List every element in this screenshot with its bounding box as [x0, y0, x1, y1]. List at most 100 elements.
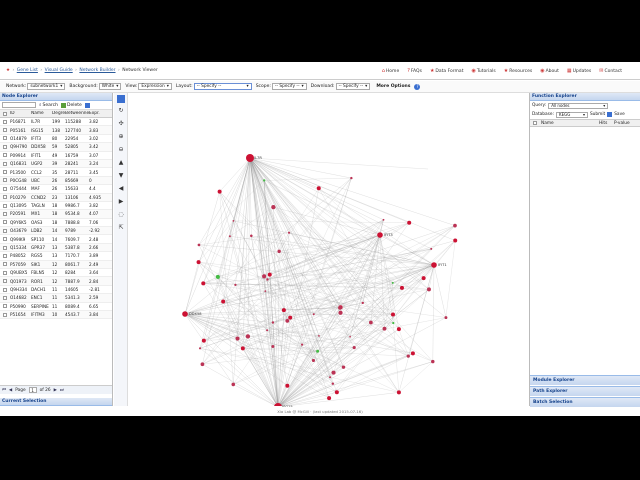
row-checkbox[interactable]: [2, 312, 7, 317]
lasso-icon[interactable]: ◌: [117, 211, 125, 219]
nav-home[interactable]: ⌂ Home: [382, 68, 399, 74]
network-node[interactable]: [392, 321, 395, 325]
row-checkbox[interactable]: [2, 253, 7, 258]
search-button[interactable]: ⌕ Search: [39, 102, 58, 109]
column-p-value[interactable]: P-value: [614, 121, 634, 126]
network-node[interactable]: [262, 274, 267, 279]
row-checkbox[interactable]: [2, 279, 7, 284]
delete-button[interactable]: Delete: [61, 102, 82, 108]
first-page-icon[interactable]: ⏮: [2, 388, 6, 393]
network-node[interactable]: [277, 249, 281, 254]
row-checkbox[interactable]: [2, 170, 7, 175]
save-button[interactable]: Save: [614, 112, 625, 117]
network-node[interactable]: [338, 310, 343, 315]
network-node[interactable]: [285, 319, 290, 323]
table-row[interactable]: P51654 IFITM3 10 4543.7 3.84: [0, 310, 112, 320]
arrow-right-icon[interactable]: ▶: [117, 198, 125, 206]
function-select-all-checkbox[interactable]: [532, 121, 537, 125]
row-checkbox[interactable]: [2, 270, 7, 275]
network-node[interactable]: [197, 243, 201, 247]
nav-faqs[interactable]: ? FAQs: [407, 68, 422, 74]
more-options-button[interactable]: More Options: [376, 84, 410, 89]
network-node[interactable]: [391, 312, 396, 317]
table-row[interactable]: O14879 IFIT3 80 22954 3.02: [0, 135, 112, 144]
next-page-icon[interactable]: ▶: [54, 388, 57, 393]
nav-contact[interactable]: ✉ Contact: [599, 68, 622, 74]
network-node[interactable]: [235, 336, 240, 341]
row-checkbox[interactable]: [2, 128, 7, 133]
batch-selection-header[interactable]: Batch Selection: [530, 397, 640, 407]
database-select[interactable]: KEGG ▾: [555, 111, 588, 118]
network-node[interactable]: [281, 308, 286, 313]
table-row[interactable]: Q9UBX5 FBLN5 12 8284 3.64: [0, 269, 112, 278]
network-node[interactable]: [329, 376, 332, 379]
help-icon[interactable]: ?: [414, 83, 421, 90]
submit-button[interactable]: Submit: [590, 112, 605, 117]
network-node[interactable]: [198, 347, 202, 350]
download-select[interactable]: -- Specify -- ▾: [335, 83, 371, 90]
prev-page-icon[interactable]: ◀: [9, 388, 12, 393]
breadcrumb-network-builder[interactable]: Network Builder: [79, 68, 115, 73]
row-checkbox[interactable]: [2, 144, 7, 149]
table-row[interactable]: P50990 SERPINE 11 8089.4 6.65: [0, 303, 112, 311]
table-row[interactable]: P09914 IFIT1 49 16759 3.07: [0, 152, 112, 160]
network-node[interactable]: [334, 390, 339, 395]
network-node[interactable]: [271, 344, 275, 348]
arrow-left-icon[interactable]: ◀: [117, 185, 125, 193]
path-explorer-header[interactable]: Path Explorer: [530, 386, 640, 396]
network-node[interactable]: [350, 176, 353, 180]
network-node[interactable]: [234, 283, 237, 287]
scope-select[interactable]: -- Specify -- ▾: [271, 83, 307, 90]
network-node[interactable]: [431, 359, 435, 364]
network-node[interactable]: [327, 396, 332, 401]
column-betweenness[interactable]: Betweenness: [65, 111, 89, 116]
network-node[interactable]: [382, 326, 387, 331]
network-node[interactable]: [338, 305, 343, 310]
table-row[interactable]: O43679 LDB2 14 9789 -2.92: [0, 227, 112, 236]
table-row[interactable]: Q99IK9 SP110 14 7609.7 2.48: [0, 235, 112, 244]
network-node[interactable]: [331, 370, 336, 375]
table-row[interactable]: Q9H790 DDX58 59 52805 3.42: [0, 143, 112, 152]
module-explorer-header[interactable]: Module Explorer: [530, 375, 640, 385]
column-name[interactable]: Name: [31, 111, 52, 116]
export-icon[interactable]: ⇱: [117, 224, 125, 232]
network-node[interactable]: [312, 313, 315, 316]
save-icon[interactable]: [84, 102, 90, 108]
select-all-checkbox[interactable]: [2, 111, 7, 116]
page-input[interactable]: 1: [28, 387, 37, 393]
network-node[interactable]: [396, 327, 401, 332]
nav-data-format[interactable]: ★ Data Format: [430, 68, 464, 74]
row-checkbox[interactable]: [2, 136, 7, 141]
network-node[interactable]: [316, 349, 320, 353]
network-node[interactable]: [331, 382, 335, 385]
network-node[interactable]: [396, 390, 401, 395]
network-node[interactable]: [318, 334, 320, 337]
zoom-in-icon[interactable]: ⊕: [117, 133, 125, 141]
network-node[interactable]: [427, 287, 431, 292]
network-select[interactable]: subnetwork1 ▾: [27, 83, 66, 90]
network-node[interactable]: [288, 315, 293, 320]
network-node[interactable]: [250, 234, 253, 238]
select-tool-icon[interactable]: [117, 95, 125, 103]
network-node[interactable]: [421, 276, 426, 281]
nav-about[interactable]: ◉ About: [540, 68, 559, 74]
table-row[interactable]: P48052 RGS5 13 7170.7 3.89: [0, 252, 112, 261]
network-node[interactable]: [341, 365, 346, 369]
network-node[interactable]: [271, 204, 276, 210]
nav-resources[interactable]: ★ Resources: [504, 68, 532, 74]
network-node[interactable]: [221, 299, 226, 304]
table-row[interactable]: Q9Y6K5 OAS3 18 7888.8 7.06: [0, 219, 112, 228]
row-checkbox[interactable]: [2, 220, 7, 225]
row-checkbox[interactable]: [2, 161, 7, 166]
network-node[interactable]: [391, 281, 394, 284]
current-selection-header[interactable]: Current Selection: [0, 398, 112, 406]
network-node[interactable]: [361, 301, 364, 305]
network-node[interactable]: [406, 354, 410, 358]
arrow-up-icon[interactable]: ▲: [117, 159, 125, 167]
rotate-icon[interactable]: ↻: [117, 107, 125, 115]
background-select[interactable]: White ▾: [98, 83, 122, 90]
network-node[interactable]: [200, 362, 205, 367]
row-checkbox[interactable]: [2, 304, 7, 309]
network-node[interactable]: [382, 218, 385, 221]
hub-node-ifit1[interactable]: [431, 262, 437, 268]
